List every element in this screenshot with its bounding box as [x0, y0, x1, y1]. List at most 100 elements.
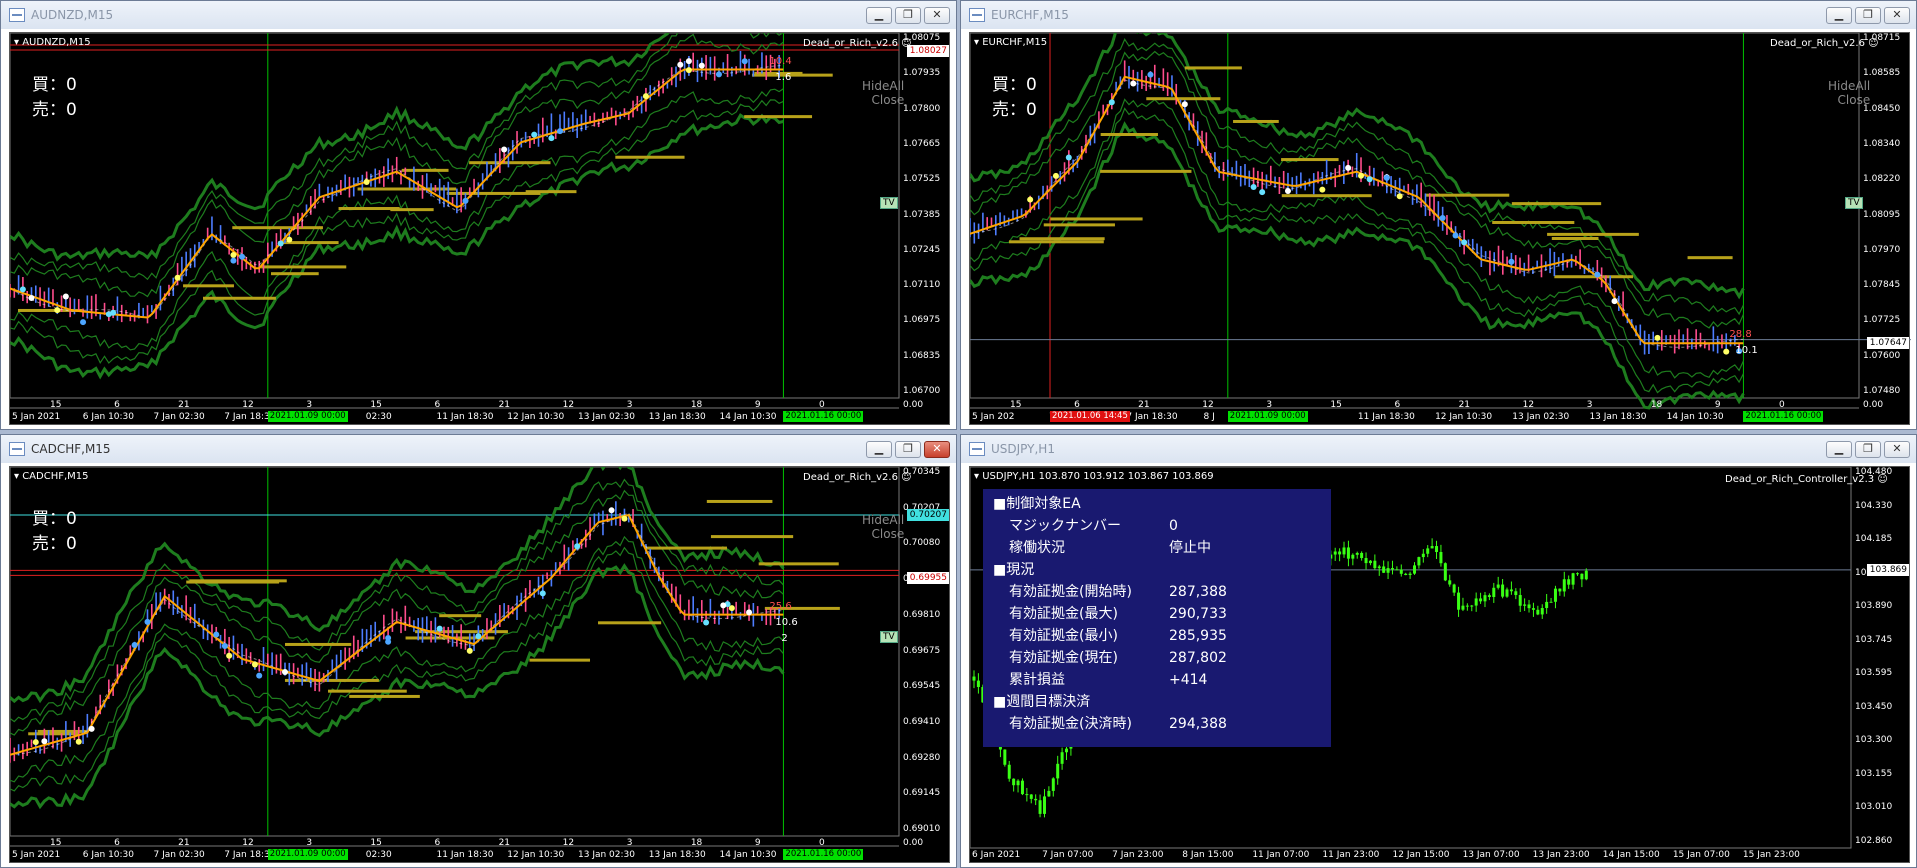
signal-marker [475, 633, 482, 640]
candle-body [1373, 560, 1377, 569]
candle-body [1060, 752, 1064, 764]
tv-button[interactable]: TV [880, 631, 898, 643]
date-tick-label: 7 Jan 23:00 [1112, 850, 1164, 860]
equity-min-value: 285,935 [1169, 628, 1227, 644]
signal-marker [88, 725, 95, 732]
signal-marker [1250, 184, 1257, 191]
date-tick-label: 11 Jan 07:00 [1252, 850, 1310, 860]
support-resistance-bar [1100, 133, 1158, 137]
price-tick-label: 1.07525 [903, 174, 941, 185]
close-button[interactable]: ✕ [924, 7, 950, 24]
close-button[interactable]: ✕ [924, 441, 950, 458]
candle-body [1342, 547, 1346, 555]
candle-body [1439, 552, 1443, 564]
window-eurchf[interactable]: EURCHF,M15 ▁ ❐ ✕ ▾ EURCHF,M15 Dead_or_Ri… [960, 0, 1917, 430]
price-tick-label: 103.595 [1855, 668, 1893, 679]
support-resistance-bar [261, 265, 347, 269]
window-title: AUDNZD,M15 [31, 8, 114, 22]
window-cadchf[interactable]: CADCHF,M15 ▁ ❐ ✕ ▾ CADCHF,M15 Dead_or_Ri… [0, 434, 957, 868]
window-titlebar[interactable]: CADCHF,M15 ▁ ❐ ✕ [1, 435, 956, 463]
date-tick-label: 12 Jan 15:00 [1392, 850, 1450, 860]
date-tick-label: 11 Jan 18:30 [1357, 412, 1415, 422]
signal-marker [230, 257, 237, 264]
close-button[interactable]: ✕ [1884, 441, 1910, 458]
envelope-band [10, 113, 784, 380]
pnl-value: +414 [1169, 672, 1208, 688]
support-resistance-bar [203, 296, 276, 300]
restore-button[interactable]: ❐ [1855, 7, 1881, 24]
date-marker-flag: 2021.01.16 00:00 [783, 849, 864, 860]
price-chart-svg [10, 33, 900, 409]
current-price-flag: 103.869 [1867, 563, 1909, 576]
price-chart-svg [970, 33, 1911, 410]
chart-area[interactable]: ▾ USDJPY,H1 103.870 103.912 103.867 103.… [969, 466, 1910, 863]
candle-body [1417, 557, 1421, 566]
signal-marker [385, 638, 392, 645]
restore-button[interactable]: ❐ [895, 441, 921, 458]
symbol-label: ▾ USDJPY,H1 103.870 103.912 103.867 103.… [974, 471, 1214, 482]
price-tick-label: 104.480 [1855, 467, 1893, 477]
position-counter: 買：0 売：0 [32, 73, 77, 123]
price-tick-label: 104.330 [1855, 500, 1893, 511]
candle-body [1355, 552, 1359, 555]
signal-marker [251, 661, 258, 668]
minimize-button[interactable]: ▁ [1826, 441, 1852, 458]
chart-window-icon [969, 8, 985, 22]
signal-marker [286, 236, 293, 243]
close-button[interactable]: ✕ [1884, 7, 1910, 24]
hide-all-button[interactable]: HideAll [1828, 79, 1870, 93]
minimize-button[interactable]: ▁ [866, 441, 892, 458]
signal-marker [281, 669, 288, 676]
chart-area[interactable]: ▾ EURCHF,M15 Dead_or_Rich_v2.6 ☺ 買：0 売：0… [969, 32, 1911, 425]
chart-area[interactable]: ▾ CADCHF,M15 Dead_or_Rich_v2.6 ☺ 買：0 売：0… [9, 466, 950, 863]
price-tick-label: 102.860 [1855, 836, 1893, 846]
equity-settle-value: 294,388 [1169, 716, 1227, 732]
price-tick-label: 1.07935 [903, 68, 941, 79]
close-all-button[interactable]: Close [862, 527, 905, 541]
window-audnzd[interactable]: AUDNZD,M15 ▁ ❐ ✕ ▾ AUDNZD,M15 Dead_or_Ri… [0, 0, 957, 430]
window-titlebar[interactable]: EURCHF,M15 ▁ ❐ ✕ [961, 1, 1916, 29]
cycle-number-label: 18 [690, 838, 703, 848]
minimize-button[interactable]: ▁ [1826, 7, 1852, 24]
date-tick-label: 7 Jan 02:30 [153, 412, 205, 422]
price-tick-label: 1.07600 [1863, 350, 1901, 361]
current-price-flag: 1.08027 [907, 45, 949, 58]
support-resistance-bar [357, 187, 457, 191]
hide-all-button[interactable]: HideAll [862, 513, 904, 527]
tv-button[interactable]: TV [880, 197, 898, 209]
candle-body [1531, 608, 1535, 610]
window-usdjpy[interactable]: USDJPY,H1 ▁ ❐ ✕ ▾ USDJPY,H1 103.870 103.… [960, 434, 1917, 868]
signal-marker [1723, 348, 1730, 355]
section-weekly-target: ■週間目標決済 [993, 694, 1091, 710]
window-titlebar[interactable]: AUDNZD,M15 ▁ ❐ ✕ [1, 1, 956, 29]
support-resistance-bar [1019, 237, 1105, 241]
buy-count: 買：0 [992, 75, 1037, 95]
minimize-button[interactable]: ▁ [866, 7, 892, 24]
candle-body [1426, 548, 1430, 554]
cycle-number-label: 15 [370, 400, 382, 410]
candle-body [976, 680, 980, 688]
hide-all-button[interactable]: HideAll [862, 79, 904, 93]
restore-button[interactable]: ❐ [1855, 441, 1881, 458]
chart-area[interactable]: ▾ AUDNZD,M15 Dead_or_Rich_v2.6 ☺ 買：0 売：0… [9, 32, 950, 425]
candle-body [1386, 568, 1390, 573]
symbol-label: ▾ EURCHF,M15 [974, 37, 1048, 48]
price-tick-label: 1.08095 [1863, 209, 1901, 220]
price-tick-label: 1.07970 [1863, 244, 1901, 255]
restore-button[interactable]: ❐ [895, 7, 921, 24]
price-tick-label: 103.450 [1855, 701, 1893, 712]
price-chart-svg [10, 467, 900, 847]
signal-marker [1383, 174, 1390, 181]
cycle-number-label: 21 [498, 400, 511, 410]
cycle-number-label: 6 [114, 838, 120, 848]
window-titlebar[interactable]: USDJPY,H1 ▁ ❐ ✕ [961, 435, 1916, 463]
tv-button[interactable]: TV [1845, 197, 1863, 209]
signal-marker [277, 240, 284, 247]
date-marker-flag: 2021.01.16 00:00 [1743, 411, 1824, 422]
buy-count: 買：0 [32, 75, 77, 95]
date-tick-label: 6 Jan 10:30 [82, 412, 135, 422]
signal-marker [698, 62, 705, 69]
close-all-button[interactable]: Close [862, 93, 905, 107]
candle-body [1012, 778, 1016, 786]
candle-body [1540, 608, 1544, 615]
